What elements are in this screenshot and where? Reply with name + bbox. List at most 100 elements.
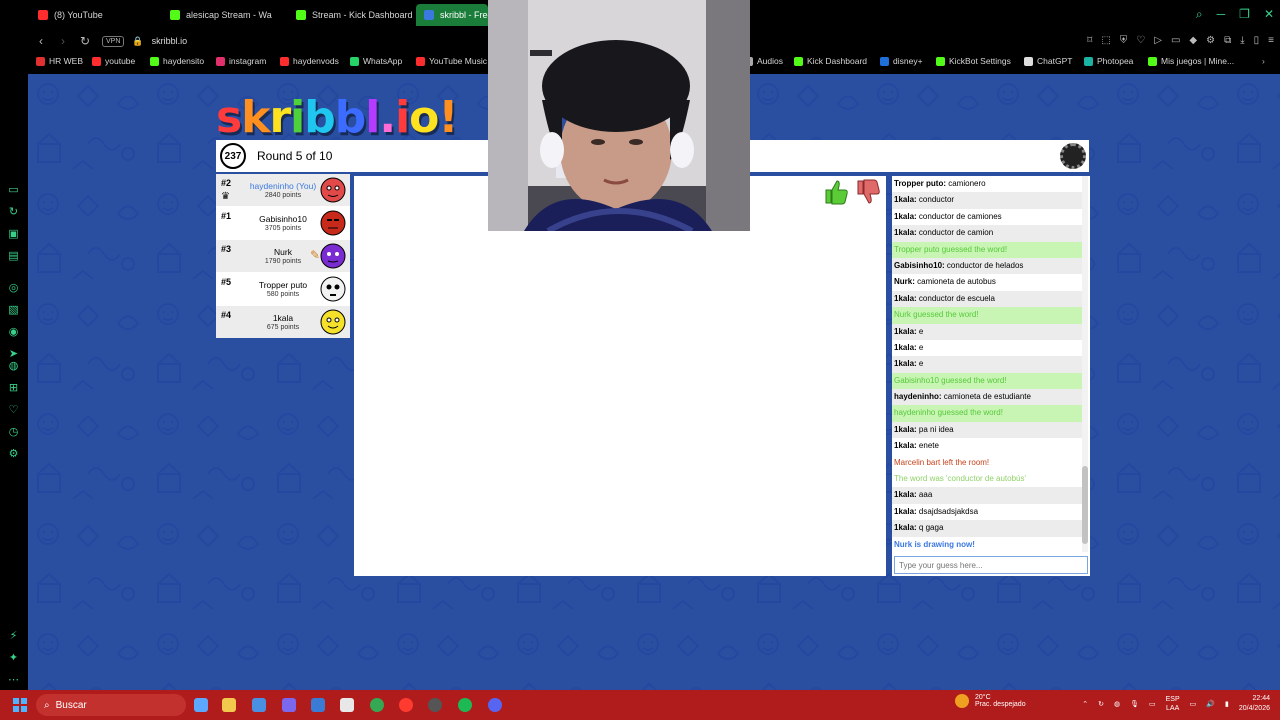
bookmark-haydenvods[interactable]: haydenvods bbox=[280, 56, 339, 66]
video-icon[interactable]: ▭ bbox=[1171, 35, 1180, 46]
sidebar-twitch-icon[interactable]: ▧ bbox=[7, 304, 20, 317]
puzzle-icon[interactable]: ⧉ bbox=[1224, 35, 1231, 46]
sidebar-settings-icon[interactable]: ⚙ bbox=[7, 448, 20, 461]
bookmarks-overflow-icon[interactable]: › bbox=[1262, 56, 1265, 66]
sidebar-grid-icon[interactable]: ⊞ bbox=[7, 382, 20, 395]
editor-icon[interactable] bbox=[340, 698, 354, 712]
mic-icon[interactable]: 🎙 bbox=[1130, 700, 1139, 708]
bookmark-icon[interactable]: ⌑ bbox=[1087, 35, 1092, 46]
sidebar-spotify-icon[interactable]: ◍ bbox=[7, 360, 20, 373]
clock[interactable]: 22:44 20/4/2026 bbox=[1239, 694, 1270, 714]
chat-message: Nurk: camioneta de autobus bbox=[892, 274, 1082, 290]
forward-icon[interactable]: › bbox=[54, 34, 72, 48]
tab-skribbl[interactable]: skribbl - Free bbox=[416, 4, 488, 26]
translate-icon[interactable]: ⚙ bbox=[1206, 35, 1215, 46]
lock-icon[interactable]: 🔒 bbox=[132, 36, 143, 47]
heart-icon[interactable]: ♡ bbox=[1136, 35, 1145, 46]
chat-text: Tropper puto guessed the word! bbox=[894, 244, 1008, 254]
weather-desc: Prac. despejado bbox=[975, 701, 1026, 708]
spotify-icon[interactable] bbox=[458, 698, 472, 712]
bookmark-kick-dashboard[interactable]: Kick Dashboard bbox=[794, 56, 867, 66]
sidebar-window-icon[interactable]: ▣ bbox=[7, 228, 20, 241]
weather-widget[interactable]: 20°C Prac. despejado bbox=[955, 694, 1026, 708]
windows-start-icon[interactable] bbox=[13, 698, 27, 712]
network-icon[interactable]: ◍ bbox=[1114, 700, 1120, 708]
chat-text: enete bbox=[918, 441, 939, 451]
extension-icon[interactable]: ◆ bbox=[1189, 35, 1197, 46]
sidebar-clock-icon[interactable]: ◷ bbox=[7, 426, 20, 439]
settings-gear-icon[interactable] bbox=[1060, 143, 1086, 169]
battery-icon[interactable]: ▮ bbox=[1225, 700, 1229, 708]
chat-message: Gabisinho10 guessed the word! bbox=[892, 372, 1082, 390]
guess-input[interactable] bbox=[894, 556, 1088, 574]
bookmark-disney[interactable]: disney+ bbox=[880, 56, 923, 66]
tab-alesicap[interactable]: alesicap Stream - Wa bbox=[162, 4, 287, 26]
search-icon[interactable]: ⌕ bbox=[1196, 8, 1203, 20]
player-rank: #4 bbox=[221, 310, 232, 320]
thumbs-down-icon[interactable] bbox=[854, 178, 882, 206]
bookmark-chatgpt[interactable]: ChatGPT bbox=[1024, 56, 1072, 66]
sidebar-gx-icon[interactable]: ✦ bbox=[7, 652, 20, 665]
drawing-canvas[interactable] bbox=[354, 176, 886, 576]
player-row[interactable]: #5 Tropper puto 580 points bbox=[216, 273, 350, 305]
sidebar-chat-icon[interactable]: ◎ bbox=[7, 282, 20, 295]
hdmi-icon[interactable]: ▭ bbox=[1149, 700, 1156, 708]
tab-kick-dashboard[interactable]: Stream - Kick Dashboard bbox=[288, 4, 413, 26]
maximize-icon[interactable]: ❐ bbox=[1239, 8, 1250, 20]
display-icon[interactable]: ▭ bbox=[1190, 700, 1197, 708]
chrome-icon[interactable] bbox=[370, 698, 384, 712]
sidebar-extension-icon[interactable]: ⚡ bbox=[7, 630, 20, 643]
refresh-icon[interactable]: ↻ bbox=[1098, 700, 1104, 708]
discord-icon[interactable] bbox=[488, 698, 502, 712]
player-row[interactable]: #1 Gabisinho10 3705 points bbox=[216, 207, 350, 239]
sidebar-icon[interactable]: ▯ bbox=[1254, 35, 1260, 46]
sidebar-app-icon[interactable]: ▭ bbox=[7, 184, 20, 197]
bookmark-hr-web[interactable]: HR WEB bbox=[36, 56, 83, 66]
sidebar-history-icon[interactable]: ↻ bbox=[7, 206, 20, 219]
task-view-icon[interactable] bbox=[194, 698, 208, 712]
sidebar-whatsapp-icon[interactable]: ◉ bbox=[7, 326, 20, 339]
menu-icon[interactable]: ≡ bbox=[1268, 35, 1274, 46]
player-row[interactable]: #2 ♛ haydeninho (You) 2840 points bbox=[216, 174, 350, 206]
chat-author: Gabisinho10: bbox=[894, 260, 945, 270]
player-row[interactable]: #3 Nurk 1790 points ✎ bbox=[216, 240, 350, 272]
teams-icon[interactable] bbox=[282, 698, 296, 712]
calculator-icon[interactable] bbox=[252, 698, 266, 712]
download-icon[interactable]: ⤓ bbox=[1240, 35, 1244, 46]
file-explorer-icon[interactable] bbox=[222, 698, 236, 712]
sidebar-music-icon[interactable]: ▤ bbox=[7, 250, 20, 263]
thumbs-up-icon[interactable] bbox=[822, 178, 850, 206]
play-icon[interactable]: ▷ bbox=[1154, 35, 1162, 46]
bookmark-photopea[interactable]: Photopea bbox=[1084, 56, 1133, 66]
language-indicator[interactable]: ESP LAA bbox=[1166, 695, 1180, 713]
sidebar-more-icon[interactable]: ⋯ bbox=[7, 674, 20, 687]
bookmark-mis-juegos[interactable]: Mis juegos | Mine... bbox=[1148, 56, 1234, 66]
bookmark-haydensito[interactable]: haydensito bbox=[150, 56, 204, 66]
notes-icon[interactable] bbox=[311, 698, 325, 712]
obs-icon[interactable] bbox=[428, 698, 442, 712]
sun-icon bbox=[955, 694, 969, 708]
volume-icon[interactable]: 🔊 bbox=[1206, 700, 1215, 708]
screenshot-icon[interactable]: ⬚ bbox=[1101, 35, 1110, 46]
reload-icon[interactable]: ↻ bbox=[76, 34, 94, 48]
player-row[interactable]: #4 1kala 675 points bbox=[216, 306, 350, 338]
chat-scroll-thumb[interactable] bbox=[1082, 466, 1088, 544]
back-icon[interactable]: ‹ bbox=[32, 34, 50, 48]
bookmark-whatsapp[interactable]: WhatsApp bbox=[350, 56, 402, 66]
bookmark-youtube-music[interactable]: YouTube Music bbox=[416, 56, 487, 66]
bookmark-kickbot-settings[interactable]: KickBot Settings bbox=[936, 56, 1011, 66]
close-icon[interactable]: ✕ bbox=[1264, 8, 1274, 20]
shield-icon[interactable]: ⛨ bbox=[1120, 35, 1128, 46]
url-field[interactable]: skribbl.io bbox=[152, 36, 188, 46]
bookmark-instagram[interactable]: instagram bbox=[216, 56, 266, 66]
tab-youtube[interactable]: (8) YouTube bbox=[30, 4, 160, 26]
opera-gx-icon[interactable] bbox=[399, 698, 413, 712]
taskbar-search[interactable]: ⌕ Buscar bbox=[36, 694, 186, 716]
chat-text: conductor de helados bbox=[946, 260, 1024, 270]
kick-icon bbox=[794, 56, 803, 66]
sidebar-heart-icon[interactable]: ♡ bbox=[7, 404, 20, 417]
bookmark-youtube[interactable]: youtube bbox=[92, 56, 135, 66]
minimize-icon[interactable]: ─ bbox=[1217, 8, 1226, 20]
chevron-up-icon[interactable]: ⌃ bbox=[1082, 700, 1088, 708]
vpn-badge[interactable]: VPN bbox=[102, 35, 125, 47]
